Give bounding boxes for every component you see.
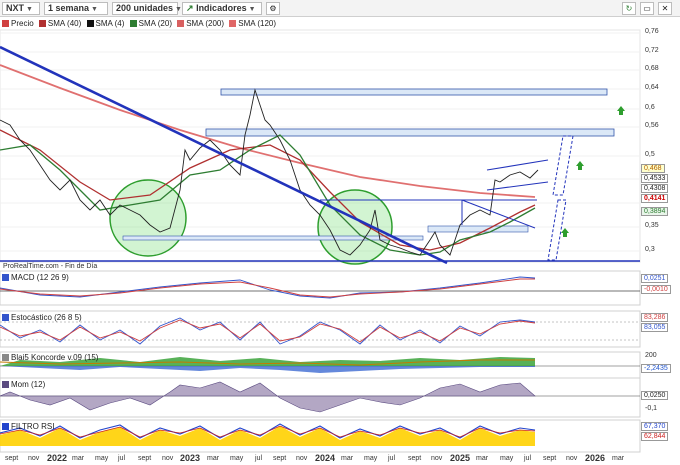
- macd-label: MACD (12 26 9): [2, 273, 69, 282]
- price-tag: 0,4141: [641, 194, 669, 203]
- pane-title: Estocástico (26 8 5): [11, 313, 82, 322]
- time-axis-tick: jul: [524, 455, 532, 462]
- time-axis-tick: sept: [138, 455, 152, 462]
- pane-swatch: [2, 354, 9, 361]
- time-axis-tick: nov: [566, 455, 578, 462]
- data-source-label: ProRealTime.com - Fin de Día: [3, 263, 98, 270]
- time-axis-tick: 2026: [585, 453, 606, 463]
- stoch-label: Estocástico (26 8 5): [2, 313, 82, 322]
- time-axis-tick: 2024: [315, 453, 336, 463]
- time-axis-tick: nov: [296, 455, 308, 462]
- resistance-zone: [220, 88, 608, 96]
- time-axis-tick: nov: [431, 455, 443, 462]
- pane-swatch: [2, 381, 9, 388]
- support-zone: [427, 225, 529, 233]
- macd-value: 0,0251: [641, 274, 669, 283]
- price-axis-tick: 0,56: [645, 122, 659, 129]
- time-axis-tick: 2025: [450, 453, 471, 463]
- time-axis-tick: may: [95, 455, 109, 462]
- mom-value: 0,0250: [641, 391, 669, 400]
- blai5-axis-tick: 200: [645, 352, 657, 359]
- stoch-value: 83,055: [641, 323, 669, 332]
- resistance-zone: [205, 128, 615, 137]
- pane-title: Mom (12): [11, 380, 46, 389]
- mom-axis-tick: -0,1: [645, 405, 658, 412]
- price-tag: 0,4533: [641, 174, 669, 183]
- pane-title: MACD (12 26 9): [11, 273, 69, 282]
- pane-title: Blai5 Koncorde v.09 (15): [11, 353, 99, 362]
- time-axis-tick: sept: [273, 455, 287, 462]
- time-axis-tick: sept: [5, 455, 19, 462]
- price-tag: 0,4308: [641, 184, 669, 193]
- time-axis-tick: may: [500, 455, 514, 462]
- time-axis-tick: sept: [543, 455, 557, 462]
- macd-value: -0,0010: [641, 285, 671, 294]
- mom-label: Mom (12): [2, 380, 45, 389]
- time-axis-tick: 2022: [47, 453, 68, 463]
- price-tag: 0,3894: [641, 207, 669, 216]
- rsi-value: 67,370: [641, 422, 669, 431]
- price-axis-tick: 0,64: [645, 84, 659, 91]
- time-axis-tick: sept: [408, 455, 422, 462]
- time-axis-tick: jul: [118, 455, 126, 462]
- stoch-pane: [0, 310, 641, 348]
- blai5-label: Blai5 Koncorde v.09 (15): [2, 353, 98, 362]
- time-axis-tick: may: [364, 455, 378, 462]
- time-axis-tick: nov: [162, 455, 174, 462]
- macd-pane: [0, 270, 641, 306]
- pane-swatch: [2, 314, 9, 321]
- last-price-tag: 0,468: [641, 164, 665, 173]
- time-axis-tick: mar: [207, 455, 220, 462]
- time-axis-tick: mar: [612, 455, 625, 462]
- price-axis-tick: 0,5: [645, 151, 655, 158]
- time-axis-tick: may: [230, 455, 244, 462]
- pane-title: FILTRO RSI: [11, 422, 55, 431]
- time-axis-tick: mar: [341, 455, 354, 462]
- price-axis-tick: 0,3: [645, 246, 655, 253]
- price-axis-tick: 0,72: [645, 47, 659, 54]
- blai5-value: -2,2435: [641, 364, 671, 373]
- rsi-value: 62,844: [641, 432, 669, 441]
- time-axis-tick: mar: [476, 455, 489, 462]
- price-axis-tick: 0,6: [645, 104, 655, 111]
- time-axis-tick: mar: [72, 455, 85, 462]
- stoch-value: 83,286: [641, 313, 669, 322]
- time-axis-tick: 2023: [180, 453, 201, 463]
- time-axis-tick: nov: [28, 455, 40, 462]
- highlight-circle: [109, 179, 187, 257]
- rsi-label: FILTRO RSI: [2, 422, 54, 431]
- highlight-circle: [317, 189, 393, 265]
- time-axis-tick: jul: [388, 455, 396, 462]
- price-axis-tick: 0,68: [645, 65, 659, 72]
- support-zone: [122, 235, 424, 241]
- chart-canvas[interactable]: [0, 0, 680, 465]
- price-axis-tick: 0,35: [645, 222, 659, 229]
- time-axis-tick: jul: [255, 455, 263, 462]
- price-axis-tick: 0,76: [645, 28, 659, 35]
- pane-swatch: [2, 423, 9, 430]
- pane-swatch: [2, 274, 9, 281]
